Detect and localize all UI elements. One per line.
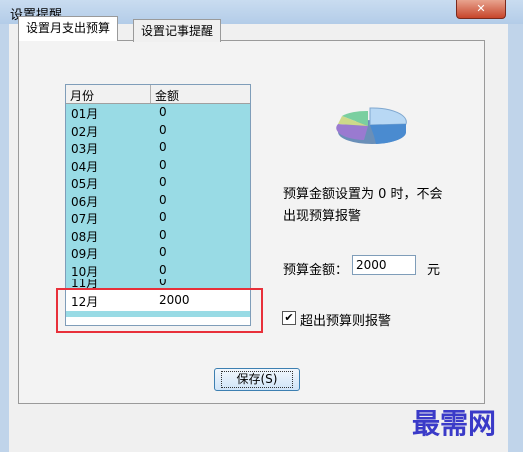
highlight-box (56, 288, 263, 333)
tab-monthly-budget[interactable]: 设置月支出预算 (18, 16, 119, 41)
cell-month: 08月 (71, 229, 99, 244)
cell-amount: 0 (159, 279, 167, 288)
window-frame-left (0, 24, 9, 452)
cell-amount: 0 (159, 140, 167, 154)
cell-amount: 0 (159, 262, 167, 277)
alarm-label[interactable]: 超出预算则报警 (300, 310, 391, 329)
cell-amount: 0 (159, 175, 167, 189)
cell-amount: 0 (159, 192, 167, 207)
column-header-amount[interactable]: 金额 (155, 87, 179, 104)
amount-label: 预算金额： (283, 263, 349, 278)
cell-month: 04月 (71, 159, 99, 174)
cell-amount: 0 (159, 210, 167, 224)
table-row[interactable]: 06月 0 (66, 191, 250, 210)
amount-unit: 元 (427, 263, 441, 278)
watermark-logo: 最需网 (412, 407, 497, 440)
close-button[interactable]: ✕ (456, 0, 506, 19)
table-row[interactable]: 05月 0 (66, 174, 250, 193)
cell-month: 02月 (71, 124, 99, 139)
budget-note: 预算金额设置为 0 时，不会 出现预算报警 (283, 184, 483, 228)
cell-month: 01月 (71, 107, 99, 121)
amount-input[interactable] (352, 255, 416, 275)
cell-month: 09月 (71, 247, 99, 261)
cell-amount: 0 (159, 227, 167, 242)
cell-month: 10月 (71, 264, 99, 279)
cell-amount: 0 (159, 245, 167, 259)
pie-chart-icon (336, 107, 407, 144)
cell-month: 06月 (71, 194, 99, 209)
table-row[interactable]: 01月 0 (66, 104, 250, 123)
cell-month: 03月 (71, 142, 99, 156)
table-row[interactable]: 03月 0 (66, 139, 250, 158)
note-line-1: 预算金额设置为 0 时，不会 (283, 187, 443, 202)
cell-month: 07月 (71, 212, 99, 226)
column-header-month[interactable]: 月份 (70, 87, 94, 104)
save-button[interactable]: 保存(S) (214, 368, 300, 391)
column-divider (150, 85, 151, 103)
window-frame-right (508, 24, 523, 452)
table-row[interactable]: 02月 0 (66, 121, 250, 140)
table-row[interactable]: 07月 0 (66, 209, 250, 228)
cell-amount: 0 (159, 122, 167, 137)
table-row[interactable]: 10月 0 (66, 261, 250, 280)
checkmark-icon: ✔ (284, 311, 294, 324)
table-row[interactable]: 04月 0 (66, 156, 250, 175)
table-row[interactable]: 09月 0 (66, 244, 250, 263)
note-line-2: 出现预算报警 (283, 209, 362, 224)
cell-month: 05月 (71, 177, 99, 191)
close-icon: ✕ (476, 2, 486, 15)
save-button-label: 保存(S) (221, 371, 293, 388)
alarm-checkbox[interactable]: ✔ (282, 311, 296, 325)
table-row[interactable]: 08月 0 (66, 226, 250, 245)
tab-note-reminder[interactable]: 设置记事提醒 (133, 19, 222, 42)
cell-amount: 0 (159, 105, 167, 119)
table-header: 月份 金额 (66, 85, 250, 104)
cell-amount: 0 (159, 157, 167, 172)
